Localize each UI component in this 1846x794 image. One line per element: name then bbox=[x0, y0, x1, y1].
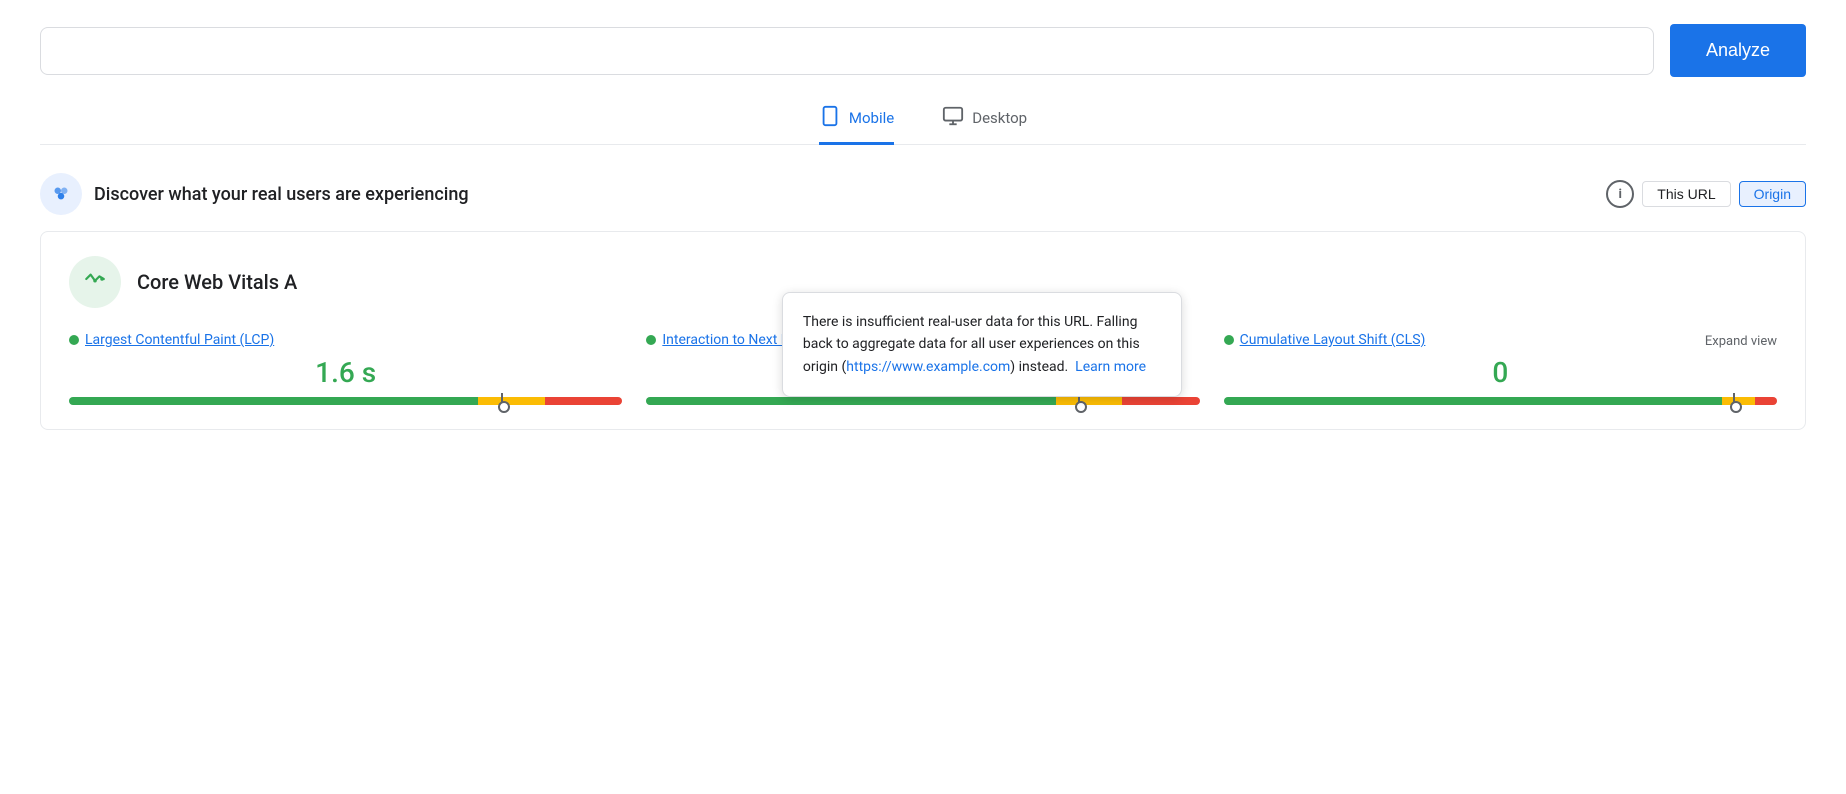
cwv-icon bbox=[81, 265, 109, 299]
url-row: https://www.example.com/page1 Analyze bbox=[40, 24, 1806, 77]
metric-cls: Cumulative Layout Shift (CLS) 0 bbox=[1224, 332, 1777, 405]
url-input[interactable]: https://www.example.com/page1 bbox=[59, 42, 1635, 60]
cls-label[interactable]: Cumulative Layout Shift (CLS) bbox=[1224, 332, 1777, 348]
cls-bar bbox=[1224, 397, 1777, 405]
cls-bar-green bbox=[1224, 397, 1722, 405]
tabs-row: Mobile Desktop bbox=[40, 105, 1806, 145]
lcp-bar-segments bbox=[69, 397, 622, 405]
cls-bar-red bbox=[1755, 397, 1777, 405]
lcp-bar-red bbox=[545, 397, 622, 405]
lcp-label-text: Largest Contentful Paint (LCP) bbox=[85, 332, 274, 348]
inp-bar bbox=[646, 397, 1199, 405]
info-icon[interactable]: i bbox=[1606, 180, 1634, 208]
section-header: Discover what your real users are experi… bbox=[40, 173, 1806, 215]
tab-mobile[interactable]: Mobile bbox=[819, 105, 894, 145]
section-title: Discover what your real users are experi… bbox=[94, 184, 469, 205]
cls-value: 0 bbox=[1224, 356, 1777, 389]
lcp-value: 1.6 s bbox=[69, 356, 622, 389]
origin-button[interactable]: Origin bbox=[1739, 181, 1806, 207]
mobile-icon bbox=[819, 105, 841, 130]
tab-desktop-label: Desktop bbox=[972, 109, 1027, 127]
section-title-area: Discover what your real users are experi… bbox=[40, 173, 469, 215]
inp-bar-red bbox=[1122, 397, 1199, 405]
tab-desktop[interactable]: Desktop bbox=[942, 105, 1027, 145]
cls-marker bbox=[1733, 393, 1735, 409]
metric-lcp: Largest Contentful Paint (LCP) 1.6 s bbox=[69, 332, 622, 405]
page-wrapper: https://www.example.com/page1 Analyze Mo… bbox=[0, 0, 1846, 454]
cls-bar-segments bbox=[1224, 397, 1777, 405]
inp-dot bbox=[646, 335, 656, 345]
cls-dot bbox=[1224, 335, 1234, 345]
section-icon-circle bbox=[40, 173, 82, 215]
url-input-wrapper: https://www.example.com/page1 bbox=[40, 27, 1654, 75]
cwv-icon-circle bbox=[69, 256, 121, 308]
cls-label-text: Cumulative Layout Shift (CLS) bbox=[1240, 332, 1426, 348]
lcp-bar-orange bbox=[478, 397, 544, 405]
lcp-label[interactable]: Largest Contentful Paint (LCP) bbox=[69, 332, 622, 348]
this-url-button[interactable]: This URL bbox=[1642, 181, 1730, 207]
expand-view-button[interactable]: Expand view bbox=[1705, 334, 1777, 349]
inp-bar-green bbox=[646, 397, 1055, 405]
cwv-title: Core Web Vitals A bbox=[137, 270, 297, 294]
tooltip-link[interactable]: https://www.example.com bbox=[846, 359, 1010, 375]
tooltip-text-2: ) instead. bbox=[1010, 359, 1068, 375]
inp-bar-segments bbox=[646, 397, 1199, 405]
inp-bar-orange bbox=[1056, 397, 1122, 405]
learn-more-link[interactable]: Learn more bbox=[1075, 359, 1146, 375]
lcp-bar-green bbox=[69, 397, 478, 405]
tab-mobile-label: Mobile bbox=[849, 109, 894, 127]
url-origin-toggle: i This URL Origin bbox=[1606, 180, 1806, 208]
analyze-button[interactable]: Analyze bbox=[1670, 24, 1806, 77]
tooltip-popup: There is insufficient real-user data for… bbox=[782, 292, 1182, 397]
lcp-bar bbox=[69, 397, 622, 405]
main-card: Core Web Vitals A There is insufficient … bbox=[40, 231, 1806, 430]
lcp-marker bbox=[501, 393, 503, 409]
lcp-dot bbox=[69, 335, 79, 345]
desktop-icon bbox=[942, 105, 964, 130]
